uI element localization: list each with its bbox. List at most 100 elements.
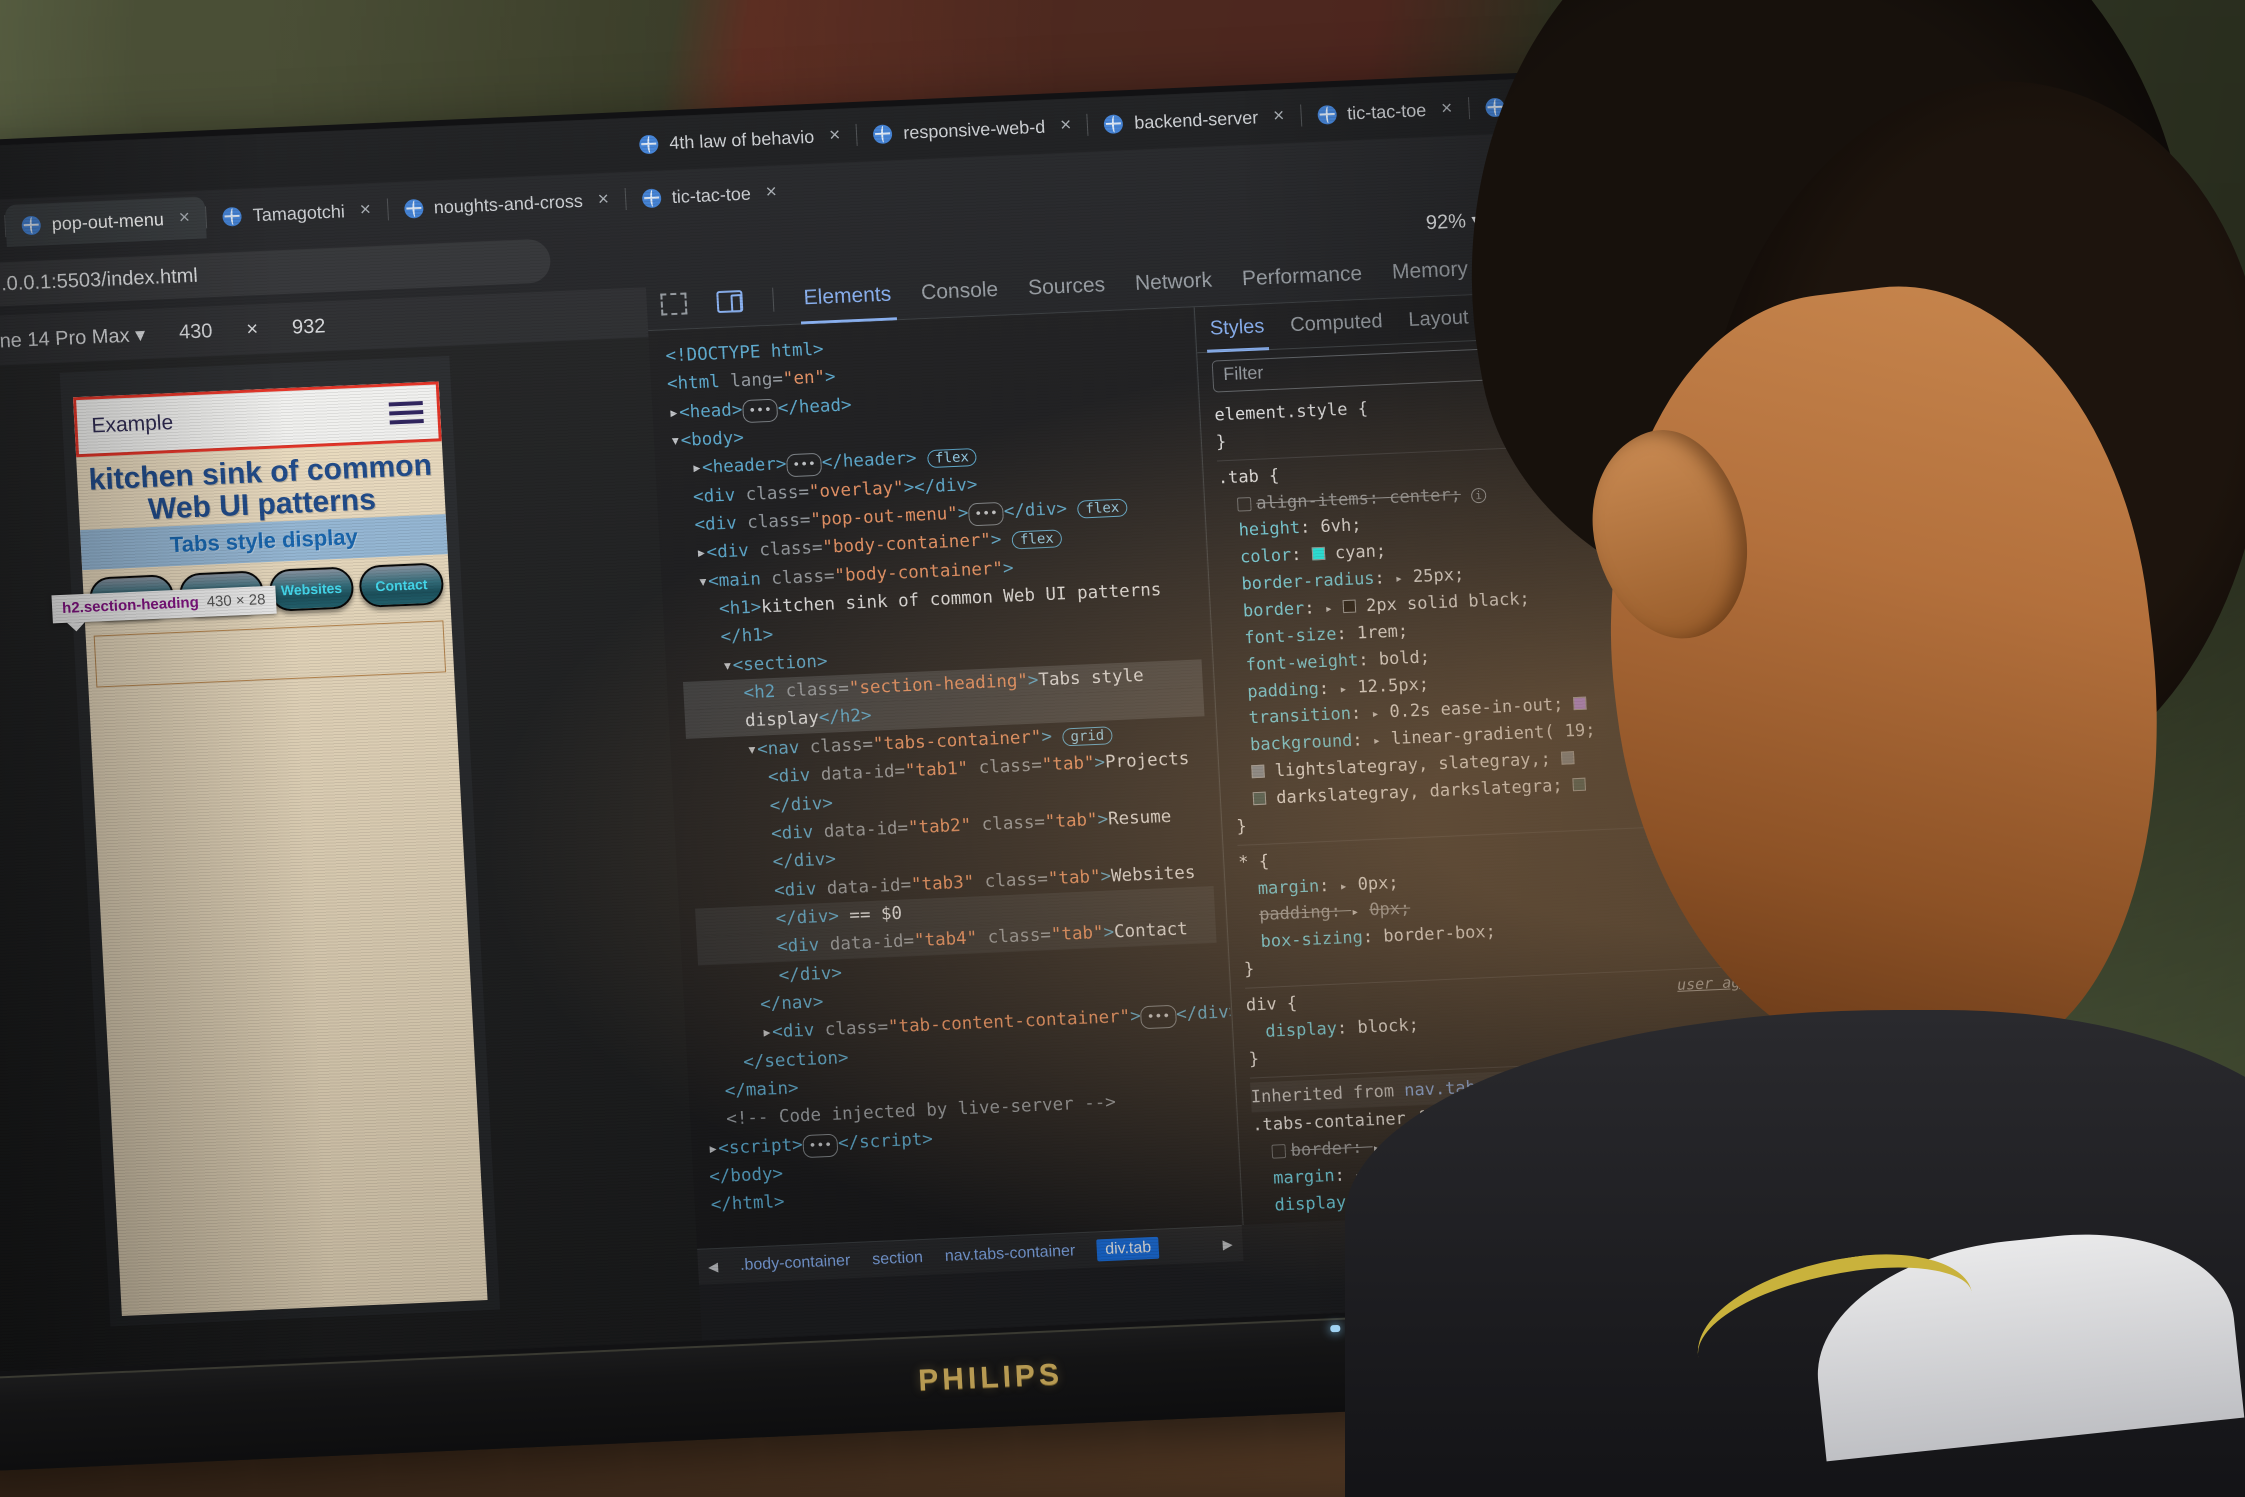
close-icon[interactable]: × — [761, 181, 781, 204]
monitor-brand-logo: PHILIPS — [917, 1358, 1064, 1398]
chevron-left-icon[interactable]: ◀ — [708, 1258, 719, 1274]
chevron-double-right-icon[interactable]: » — [1497, 254, 1511, 280]
browser-tab[interactable]: pop-out-menu × — [4, 196, 208, 248]
browser-tab-label: Tamagotch — [1514, 91, 1604, 116]
css-source-link[interactable]: style.css?_… — [1678, 825, 1798, 854]
browser-tab-label: tic-tac-toe — [671, 183, 752, 207]
bezier-icon[interactable] — [1573, 697, 1587, 711]
css-rule[interactable]: style.css?_…6 .tab {align-items: center; … — [1217, 440, 1796, 846]
browser-window: 4th law of behavio × responsive-web-d × back… — [0, 68, 1822, 1375]
device-toolbar-icon[interactable] — [716, 289, 744, 313]
close-icon[interactable]: × — [355, 199, 375, 222]
browser-tab[interactable]: tic-tac-toe × — [1300, 87, 1469, 136]
css-rule[interactable]: style.css?_…61104 .tabs-container {border… — [1251, 1088, 1817, 1226]
css-rules[interactable]: element.style {} style.css?_…6 .tab {align… — [1200, 374, 1817, 1226]
globe-icon — [641, 187, 662, 208]
globe-icon — [222, 206, 243, 227]
dimensions-label: mensions: iPhone 14 Pro Max ▾ — [0, 322, 146, 359]
globe-icon — [638, 134, 659, 154]
viewport-width-input[interactable]: 430 — [178, 320, 213, 344]
kebab-menu-icon[interactable]: ⋮ — [1716, 194, 1743, 224]
devtools-panel: Elements Console Sources Network Performance… — [645, 230, 1822, 1341]
close-icon[interactable]: × — [174, 207, 194, 230]
globe-icon — [1316, 104, 1337, 125]
devtools-tab-sources[interactable]: Sources — [1027, 273, 1105, 300]
close-icon[interactable]: × — [825, 124, 845, 147]
grid-icon[interactable] — [1366, 1195, 1381, 1208]
zoom-level[interactable]: 92% ▾ — [1425, 207, 1482, 234]
close-icon[interactable]: × — [1269, 105, 1289, 128]
browser-tab[interactable]: noughts-and-cross × — [387, 178, 626, 230]
color-swatch[interactable] — [1560, 751, 1575, 765]
browser-tab[interactable]: 4th law of behavio × — [622, 114, 857, 166]
color-swatch[interactable] — [1342, 599, 1357, 614]
page-brand: Example — [90, 410, 174, 438]
device-select[interactable]: iPhone 14 Pro Max — [0, 324, 130, 353]
styles-tab-computed[interactable]: Computed — [1290, 310, 1383, 337]
throttling-select[interactable]: No throttling ▾ — [1507, 201, 1632, 231]
css-source-link[interactable]: style.css?_…6 — [1648, 441, 1777, 470]
chevron-right-icon[interactable]: ▶ — [1222, 1236, 1233, 1252]
devtools-tab-console[interactable]: Console — [920, 277, 998, 304]
breadcrumb-item[interactable]: .body-container — [740, 1252, 851, 1275]
chevron-down-icon[interactable]: ▾ — [135, 324, 146, 346]
times-symbol: × — [245, 317, 259, 341]
rotate-icon[interactable]: ↻↺ — [1656, 198, 1691, 224]
inspect-element-icon[interactable] — [660, 291, 688, 316]
hov-toggle[interactable]: :hov — [1629, 346, 1673, 369]
browser-tab[interactable]: Tamagotchi × — [206, 188, 388, 238]
color-swatch[interactable] — [1252, 791, 1267, 806]
add-rule-button[interactable]: + — [1747, 340, 1761, 367]
styles-tab-styles[interactable]: Styles — [1209, 315, 1265, 340]
color-swatch[interactable] — [1311, 547, 1326, 561]
browser-tab-label: pop-out-menu — [51, 208, 165, 234]
device-viewport: Example kitchen sink of common Web UI pa… — [51, 355, 501, 1327]
browser-tab-label: noughts-and-cross — [433, 190, 584, 217]
inspect-size: 430 × 28 — [206, 591, 266, 611]
declaration-checkbox[interactable] — [1236, 496, 1252, 512]
globe-icon — [21, 215, 42, 235]
browser-tab[interactable]: responsive-web-d × — [856, 104, 1088, 156]
devtools-tab-performance[interactable]: Performance — [1241, 261, 1362, 290]
url-text: 127.0.0.1:5503/index.html — [0, 264, 199, 297]
styles-sidebar: Styles Computed Layout Event Listene Filter… — [1193, 282, 1817, 1226]
close-icon[interactable]: × — [1437, 98, 1457, 121]
preview-tab[interactable]: Websites — [268, 566, 355, 612]
close-icon[interactable]: × — [1614, 90, 1634, 113]
dom-tree[interactable]: <!DOCTYPE html> <html lang="en"> ▸<head> ••… — [648, 307, 1242, 1249]
devtools-tab-memory[interactable]: Memory — [1391, 257, 1468, 284]
browser-tab[interactable]: tic-tac-toe × — [625, 171, 794, 220]
photo-scene: 4th law of behavio × responsive-web-d × back… — [0, 0, 2245, 1497]
hamburger-menu-icon[interactable] — [388, 396, 424, 429]
inspect-selector: h2.section-heading — [61, 594, 200, 617]
close-icon[interactable]: × — [593, 189, 613, 212]
color-swatch[interactable] — [1251, 764, 1265, 779]
close-icon[interactable]: × — [1056, 114, 1076, 137]
breadcrumb-item[interactable]: nav.tabs-container — [944, 1242, 1075, 1266]
browser-tab[interactable]: backend-server × — [1087, 95, 1301, 146]
styles-tab-event-listene[interactable]: Event Listene — [1494, 300, 1616, 328]
browser-tab-label: tic-tac-toe — [1346, 99, 1427, 123]
declaration-checkbox[interactable] — [1271, 1144, 1287, 1160]
power-led-icon — [1330, 1324, 1341, 1333]
browser-tab[interactable]: Tamagotch × — [1468, 79, 1646, 129]
css-declaration[interactable]: text-align: center; — [1259, 1223, 1816, 1225]
tab-content-container — [93, 620, 447, 688]
css-rule[interactable]: style.css?_… * {margin: ▸ 0px; padding: ▸ … — [1237, 825, 1804, 989]
breadcrumb-item[interactable]: div.tab — [1096, 1236, 1160, 1261]
globe-icon — [872, 123, 893, 144]
devtools-tab-elements[interactable]: Elements — [803, 282, 892, 310]
browser-tab-label: 4th law of behavio — [668, 126, 815, 153]
viewport-height-input[interactable]: 932 — [291, 315, 326, 339]
preview-tab[interactable]: Contact — [358, 562, 445, 608]
info-icon: i — [1674, 1208, 1691, 1225]
color-swatch[interactable] — [1572, 777, 1587, 792]
cls-toggle[interactable]: .cls — [1688, 343, 1732, 366]
styles-tab-layout[interactable]: Layout — [1408, 306, 1469, 332]
globe-icon — [1103, 113, 1124, 134]
css-source-link[interactable]: user agent st — [1676, 968, 1805, 997]
color-swatch[interactable] — [1390, 1139, 1404, 1153]
breadcrumb-item[interactable]: section — [872, 1249, 924, 1269]
info-icon: i — [1470, 487, 1487, 503]
devtools-tab-network[interactable]: Network — [1134, 268, 1212, 295]
